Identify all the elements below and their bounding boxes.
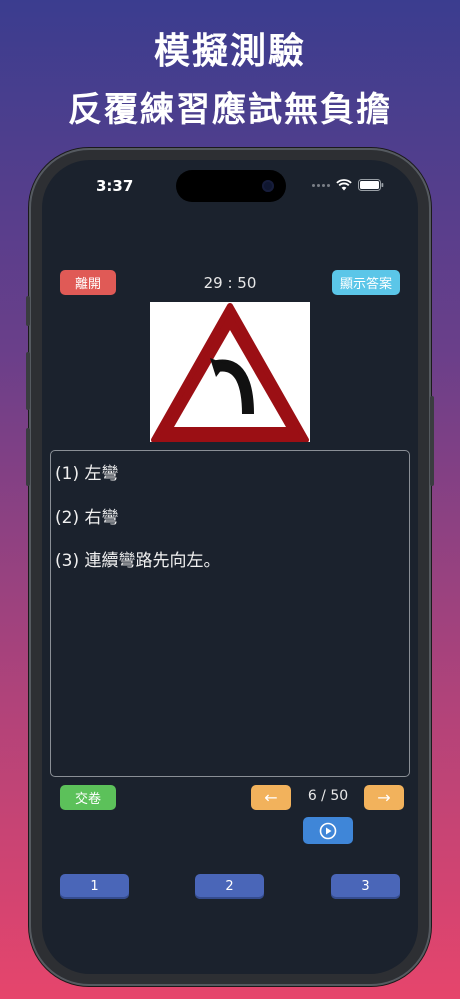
- volume-up-button: [26, 352, 30, 410]
- signal-icon: [312, 183, 330, 187]
- answer-button-3[interactable]: 3: [331, 874, 400, 899]
- status-time: 3:37: [96, 177, 134, 195]
- option-3[interactable]: (3) 連續彎路先向左。: [55, 546, 220, 571]
- exit-button[interactable]: 離開: [60, 270, 116, 295]
- dynamic-island: [176, 170, 286, 202]
- play-audio-button[interactable]: [303, 817, 353, 844]
- page-indicator: 6 / 50: [307, 788, 349, 804]
- previous-question-button[interactable]: ←: [251, 785, 291, 810]
- countdown-timer: 29 : 50: [203, 274, 257, 292]
- promo-subtitle: 反覆練習應試無負擔: [68, 90, 392, 130]
- mute-switch: [26, 296, 30, 326]
- arrow-left-icon: ←: [264, 788, 278, 807]
- show-answer-button[interactable]: 顯示答案: [332, 270, 400, 295]
- status-icons: [312, 179, 384, 191]
- option-1[interactable]: (1) 左彎: [55, 459, 118, 484]
- wifi-icon: [336, 179, 352, 191]
- answer-button-1[interactable]: 1: [60, 874, 129, 899]
- arrow-right-icon: →: [377, 788, 391, 807]
- question-image: [150, 302, 310, 443]
- battery-icon: [358, 179, 384, 191]
- submit-exam-button[interactable]: 交卷: [60, 785, 116, 810]
- option-2[interactable]: (2) 右彎: [55, 503, 118, 528]
- play-icon: [319, 822, 337, 839]
- options-panel: (1) 左彎 (2) 右彎 (3) 連續彎路先向左。: [50, 450, 410, 777]
- camera-icon: [262, 180, 274, 192]
- app-screen: 3:37 離開 29 : 50 顯示答案 (1) 左彎 (2) 右彎 (3) 連…: [42, 160, 418, 974]
- answer-button-2[interactable]: 2: [195, 874, 264, 899]
- power-button: [430, 396, 434, 486]
- warning-sign-left-curve-icon: [151, 303, 309, 443]
- volume-down-button: [26, 428, 30, 486]
- promo-title: 模擬測驗: [153, 31, 306, 72]
- next-question-button[interactable]: →: [364, 785, 404, 810]
